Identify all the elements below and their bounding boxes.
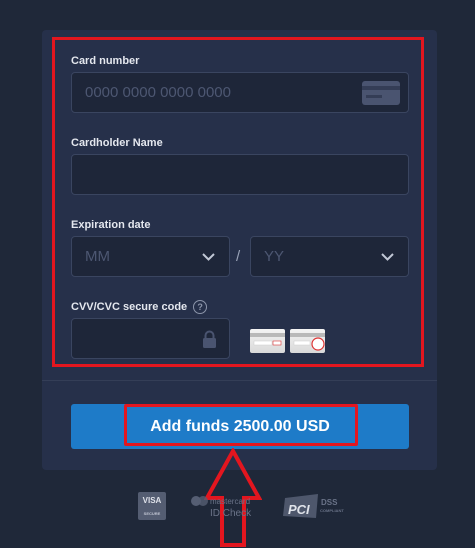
compliant-text: COMPLIANT <box>320 508 344 513</box>
visa-text: VISA <box>143 496 162 505</box>
annotation-highlight-button <box>124 404 358 446</box>
mastercard-text: mastercard <box>210 497 250 506</box>
visa-secure-logo: VISA SECURE <box>138 492 166 520</box>
security-logos: VISA SECURE mastercard ID Check PCI DSS … <box>138 492 344 520</box>
visa-sub-text: SECURE <box>144 511 161 516</box>
divider <box>42 380 437 381</box>
idcheck-text: ID Check <box>210 508 252 519</box>
pci-dss-logo: PCI DSS COMPLIANT <box>283 494 344 518</box>
annotation-highlight-form <box>52 37 424 367</box>
mastercard-id-check-logo: mastercard ID Check <box>191 496 252 519</box>
pci-text: PCI <box>288 502 310 517</box>
dss-text: DSS <box>321 498 338 507</box>
